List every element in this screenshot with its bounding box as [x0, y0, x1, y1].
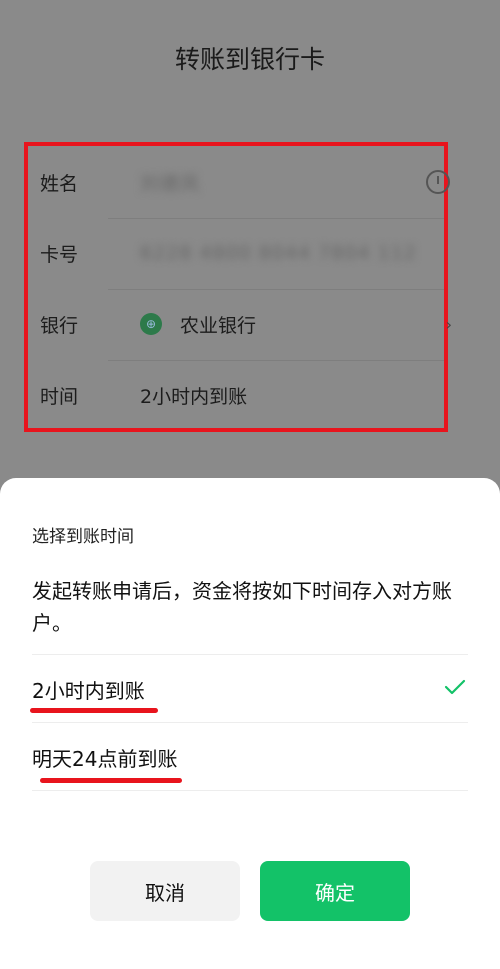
name-value: 刘德凤	[140, 172, 201, 195]
card-number-value: 6228 4800 8044 7804 112	[140, 242, 417, 264]
time-label: 时间	[40, 385, 79, 408]
option-divider	[32, 654, 468, 655]
row-divider	[108, 289, 444, 290]
bank-logo-icon: ⊕	[140, 313, 162, 335]
bank-value-wrap: ⊕ 农业银行	[140, 311, 444, 338]
form-row-card: 卡号 6228 4800 8044 7804 112	[40, 223, 444, 283]
option-label: 明天24点前到账	[32, 746, 178, 771]
option-divider	[32, 790, 468, 791]
row-divider	[108, 360, 444, 361]
cancel-button[interactable]: 取消	[90, 861, 240, 921]
arrival-time-sheet: 选择到账时间 发起转账申请后，资金将按如下时间存入对方账户。 2小时内到账 明天…	[0, 478, 500, 969]
sheet-title: 选择到账时间	[32, 527, 134, 547]
form-row-name: 姓名 刘德凤	[40, 152, 450, 212]
option-label: 2小时内到账	[32, 678, 145, 703]
page-title: 转账到银行卡	[174, 45, 325, 74]
bank-value: 农业银行	[180, 314, 257, 337]
form-row-time[interactable]: 时间 2小时内到账	[40, 365, 444, 425]
option-divider	[32, 722, 468, 723]
form-row-bank[interactable]: 银行 ⊕ 农业银行 ›	[40, 294, 452, 354]
row-divider	[108, 218, 444, 219]
annotation-underline	[40, 778, 182, 783]
sheet-description: 发起转账申请后，资金将按如下时间存入对方账户。	[32, 579, 452, 635]
name-label: 姓名	[40, 172, 79, 195]
annotation-underline	[30, 708, 158, 713]
time-value: 2小时内到账	[140, 385, 248, 408]
card-label: 卡号	[40, 243, 79, 266]
chevron-right-icon: ›	[445, 314, 452, 334]
bank-label: 银行	[40, 314, 79, 337]
clock-icon[interactable]	[426, 170, 450, 194]
confirm-button[interactable]: 确定	[260, 861, 410, 921]
check-icon	[444, 679, 466, 695]
transfer-form-highlight: 姓名 刘德凤 卡号 6228 4800 8044 7804 112 银行 ⊕ 农…	[24, 142, 452, 432]
